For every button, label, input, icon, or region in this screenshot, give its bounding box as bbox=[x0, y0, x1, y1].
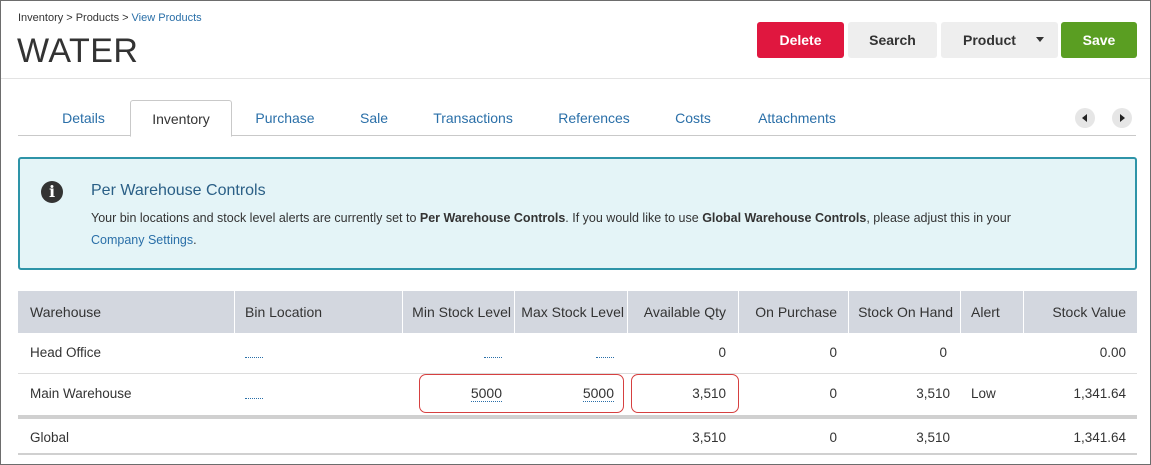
cell-on-purchase: 0 bbox=[829, 386, 837, 401]
info-text: , please adjust this in your bbox=[866, 211, 1011, 225]
scroll-left-button[interactable] bbox=[1075, 108, 1095, 128]
column-divider bbox=[234, 291, 235, 333]
column-divider bbox=[1023, 291, 1024, 333]
col-min-stock: Min Stock Level bbox=[412, 304, 511, 320]
total-row: Global 3,510 0 3,510 1,341.64 bbox=[18, 419, 1137, 455]
cell-available-qty: 3,510 bbox=[692, 386, 726, 401]
caret-left-icon bbox=[1082, 114, 1087, 122]
cell-on-purchase: 0 bbox=[829, 345, 837, 360]
column-divider bbox=[738, 291, 739, 333]
min-stock-field[interactable] bbox=[484, 357, 502, 358]
col-warehouse: Warehouse bbox=[30, 304, 102, 320]
min-stock-field[interactable]: 5000 bbox=[428, 385, 502, 402]
page-title: WATER bbox=[17, 32, 139, 70]
tab-bar: Details Inventory Purchase Sale Transact… bbox=[18, 100, 1136, 137]
column-divider bbox=[848, 291, 849, 333]
table-row: Head Office 0 0 0 0.00 bbox=[18, 333, 1137, 373]
tab-transactions[interactable]: Transactions bbox=[422, 100, 524, 136]
cell-stock-on-hand: 3,510 bbox=[916, 386, 950, 401]
cell-warehouse: Global bbox=[30, 430, 70, 445]
max-stock-value: 5000 bbox=[582, 385, 614, 402]
header-divider bbox=[1, 78, 1150, 79]
min-stock-value: 5000 bbox=[470, 385, 502, 402]
breadcrumb: Inventory > Products > View Products bbox=[18, 12, 202, 24]
cell-stock-on-hand: 0 bbox=[939, 345, 947, 360]
cell-warehouse: Head Office bbox=[30, 345, 102, 360]
product-dropdown-button[interactable]: Product bbox=[941, 22, 1058, 58]
cell-on-purchase: 0 bbox=[829, 430, 837, 445]
caret-right-icon bbox=[1120, 114, 1125, 122]
col-available-qty: Available Qty bbox=[643, 304, 726, 320]
col-stock-value: Stock Value bbox=[1052, 304, 1126, 320]
caret-down-icon bbox=[1036, 37, 1044, 42]
tab-sale[interactable]: Sale bbox=[348, 100, 400, 136]
company-settings-link[interactable]: Company Settings bbox=[91, 233, 193, 247]
tab-inventory[interactable]: Inventory bbox=[130, 100, 232, 137]
cell-alert: Low bbox=[971, 386, 996, 401]
breadcrumb-separator: > bbox=[122, 12, 129, 24]
tab-costs[interactable]: Costs bbox=[663, 100, 723, 136]
max-stock-field[interactable]: 5000 bbox=[540, 385, 614, 402]
delete-button[interactable]: Delete bbox=[757, 22, 844, 58]
tab-purchase[interactable]: Purchase bbox=[244, 100, 326, 136]
breadcrumb-view-products[interactable]: View Products bbox=[132, 12, 202, 24]
col-stock-on-hand: Stock On Hand bbox=[858, 304, 953, 320]
info-text: . bbox=[193, 233, 197, 247]
column-divider bbox=[402, 291, 403, 333]
info-icon: i bbox=[41, 181, 63, 203]
save-button[interactable]: Save bbox=[1061, 22, 1137, 58]
bin-location-field[interactable] bbox=[245, 398, 263, 399]
col-on-purchase: On Purchase bbox=[755, 304, 837, 320]
cell-warehouse: Main Warehouse bbox=[30, 386, 132, 401]
breadcrumb-separator: > bbox=[66, 12, 73, 24]
table-bottom-border bbox=[18, 453, 1137, 455]
col-max-stock: Max Stock Level bbox=[521, 304, 624, 320]
cell-stock-value: 1,341.64 bbox=[1073, 430, 1126, 445]
scroll-right-button[interactable] bbox=[1112, 108, 1132, 128]
search-button[interactable]: Search bbox=[848, 22, 937, 58]
cell-stock-value: 1,341.64 bbox=[1073, 386, 1126, 401]
info-bold-per-warehouse: Per Warehouse Controls bbox=[419, 211, 566, 225]
info-panel: i Per Warehouse Controls Your bin locati… bbox=[18, 157, 1137, 270]
col-alert: Alert bbox=[971, 304, 1000, 320]
column-divider bbox=[627, 291, 628, 333]
tab-attachments[interactable]: Attachments bbox=[747, 100, 847, 136]
info-title: Per Warehouse Controls bbox=[91, 182, 266, 199]
cell-available-qty: 0 bbox=[718, 345, 726, 360]
tab-references[interactable]: References bbox=[549, 100, 639, 136]
info-message: Your bin locations and stock level alert… bbox=[91, 207, 1111, 251]
table-row: Main Warehouse 5000 5000 3,510 0 3,510 L… bbox=[18, 374, 1137, 414]
table-header: Warehouse Bin Location Min Stock Level M… bbox=[18, 291, 1137, 333]
info-text: Your bin locations and stock level alert… bbox=[91, 211, 420, 225]
breadcrumb-inventory[interactable]: Inventory bbox=[18, 12, 63, 24]
col-bin-location: Bin Location bbox=[245, 304, 323, 320]
info-text: . If you would like to use bbox=[565, 211, 703, 225]
bin-location-field[interactable] bbox=[245, 357, 263, 358]
column-divider bbox=[960, 291, 961, 333]
info-bold-global: Global Warehouse Controls bbox=[702, 211, 867, 225]
max-stock-field[interactable] bbox=[596, 357, 614, 358]
column-divider bbox=[514, 291, 515, 333]
cell-available-qty: 3,510 bbox=[692, 430, 726, 445]
cell-stock-on-hand: 3,510 bbox=[916, 430, 950, 445]
breadcrumb-products[interactable]: Products bbox=[76, 12, 119, 24]
product-dropdown-label: Product bbox=[963, 32, 1016, 48]
cell-stock-value: 0.00 bbox=[1099, 345, 1126, 360]
